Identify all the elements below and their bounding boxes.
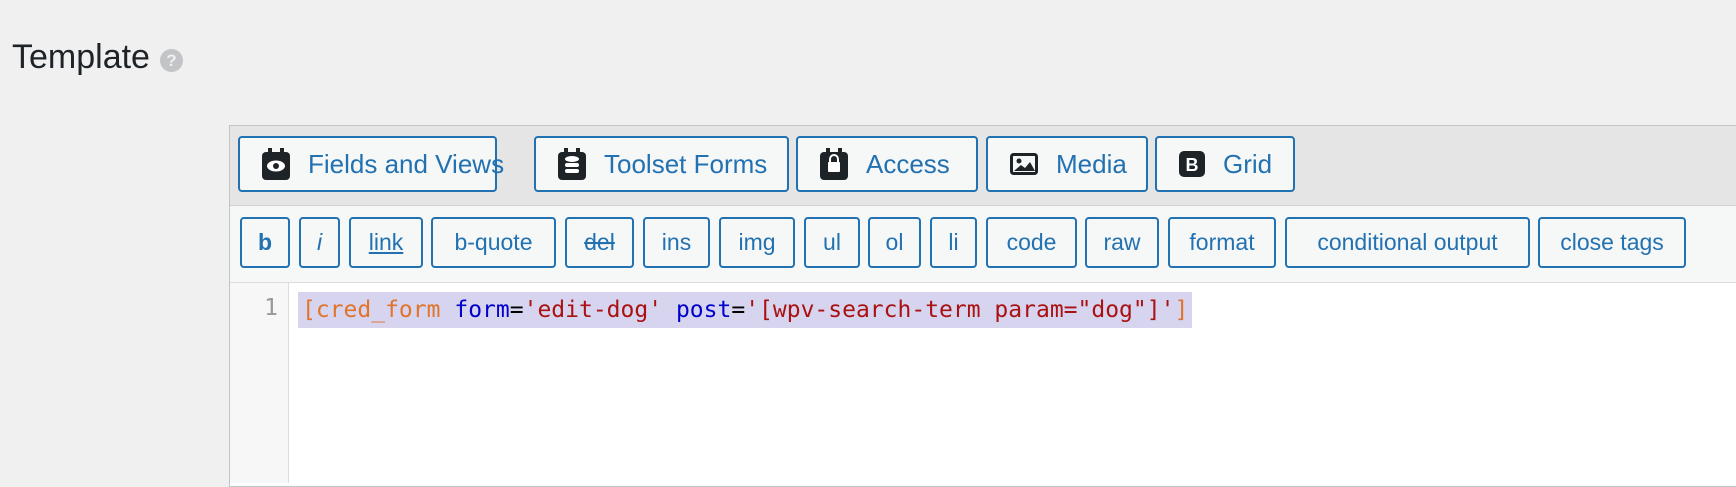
grid-label: Grid <box>1223 148 1273 179</box>
svg-text:B: B <box>1186 155 1199 175</box>
code-editor: Fields and Views Toolset Forms Access Me… <box>229 125 1736 487</box>
quicktag-li-button[interactable]: li <box>930 217 977 268</box>
toolset-forms-button[interactable]: Toolset Forms <box>534 136 789 192</box>
code-line[interactable]: [cred_form form ='edit-dog' post = '[wpv-se… <box>298 292 1193 328</box>
code-token: ] <box>1174 297 1189 323</box>
database-icon <box>558 148 586 180</box>
code-token: '[wpv-search-term param="dog"]' <box>745 297 1175 323</box>
code-token: post <box>675 297 732 323</box>
quicktag-ol-button[interactable]: ol <box>868 217 921 268</box>
image-icon <box>1010 153 1038 175</box>
fields-and-views-label: Fields and Views <box>308 148 505 179</box>
code-token: [cred_form <box>302 297 441 323</box>
bootstrap-icon: B <box>1179 151 1205 177</box>
media-label: Media <box>1056 148 1127 179</box>
help-icon[interactable]: ? <box>159 49 183 72</box>
code-area[interactable]: 1 [cred_form form ='edit-dog' post = '[wpv-… <box>230 283 1736 483</box>
code-token: = <box>509 297 524 323</box>
quicktag-ins-button[interactable]: ins <box>643 217 710 268</box>
quicktags-toolbar: b i link b-quote del ins img ul ol li co… <box>230 206 1736 283</box>
media-button[interactable]: Media <box>986 136 1148 192</box>
quicktag-bquote-button[interactable]: b-quote <box>431 217 556 268</box>
lock-icon <box>820 148 848 180</box>
quicktag-code-button[interactable]: code <box>986 217 1077 268</box>
grid-button[interactable]: B Grid <box>1155 136 1295 192</box>
toolset-forms-label: Toolset Forms <box>604 148 768 179</box>
quicktag-img-button[interactable]: img <box>719 217 795 268</box>
quicktag-close-tags-button[interactable]: close tags <box>1538 217 1686 268</box>
access-button[interactable]: Access <box>796 136 978 192</box>
quicktag-format-button[interactable]: format <box>1168 217 1276 268</box>
eye-icon <box>262 148 290 180</box>
quicktag-italic-button[interactable]: i <box>299 217 340 268</box>
line-gutter: 1 <box>230 283 289 483</box>
editor-toolbar: Fields and Views Toolset Forms Access Me… <box>230 126 1736 206</box>
quicktag-ul-button[interactable]: ul <box>804 217 860 268</box>
quicktag-del-button[interactable]: del <box>565 217 634 268</box>
code-token: 'edit-dog' <box>523 297 663 323</box>
line-number: 1 <box>264 295 278 321</box>
fields-and-views-button[interactable]: Fields and Views <box>238 136 504 192</box>
quicktag-bold-button[interactable]: b <box>240 217 290 268</box>
code-token: = <box>731 297 746 323</box>
section-heading: Template ? <box>12 38 183 77</box>
section-title: Template <box>12 38 150 76</box>
quicktag-link-button[interactable]: link <box>349 217 423 268</box>
quicktag-conditional-output-button[interactable]: conditional output <box>1285 217 1530 268</box>
access-label: Access <box>866 148 950 179</box>
code-token: form <box>454 297 510 323</box>
quicktag-raw-button[interactable]: raw <box>1085 217 1159 268</box>
